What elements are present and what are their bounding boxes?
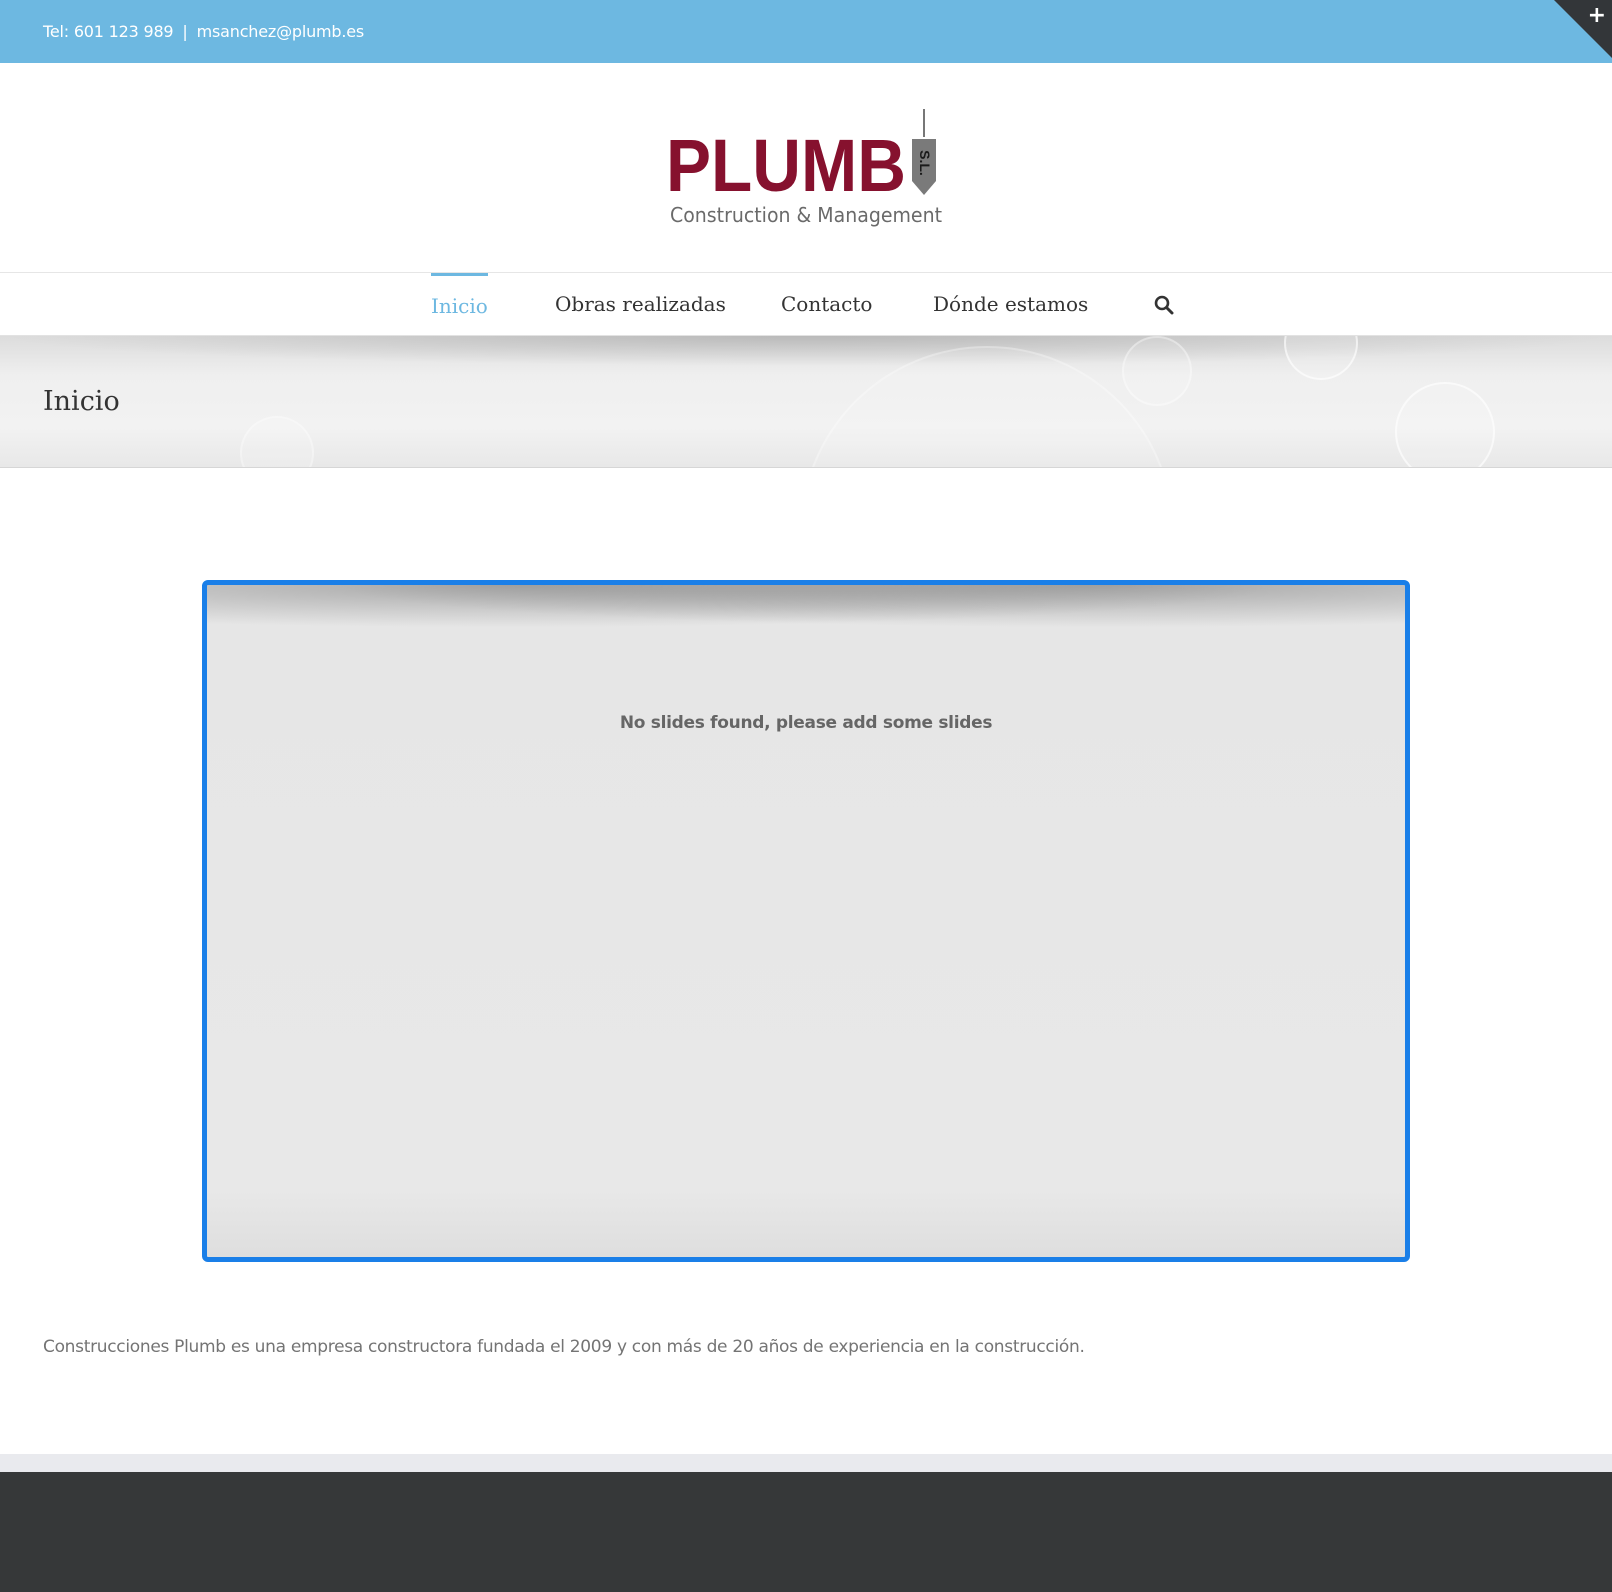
contact-info: Tel: 601 123 989 | msanchez@plumb.es <box>43 0 364 63</box>
nav-item-contacto[interactable]: Contacto <box>781 273 872 336</box>
title-bar-shadow <box>0 336 1612 366</box>
slider-container: No slides found, please add some slides <box>202 580 1410 1262</box>
logo-tagline: Construction & Management <box>670 203 942 227</box>
logo-badge: S.L. <box>917 150 933 176</box>
nav-item-inicio[interactable]: Inicio <box>431 273 488 339</box>
decor-bubble <box>1395 382 1495 467</box>
page-title-bar: Inicio <box>0 336 1612 468</box>
slider-empty-message: No slides found, please add some slides <box>619 713 993 733</box>
main-nav: Inicio Obras realizadas Contacto Dónde e… <box>0 272 1612 336</box>
logo-graphic: S.L. PLUMB Construction & Management <box>666 109 942 227</box>
site-logo[interactable]: S.L. PLUMB Construction & Management <box>666 109 946 229</box>
contact-email[interactable]: msanchez@plumb.es <box>197 22 365 41</box>
slider-shadow <box>207 585 1405 635</box>
site-header: S.L. PLUMB Construction & Management <box>0 63 1612 272</box>
top-contact-bar: Tel: 601 123 989 | msanchez@plumb.es + <box>0 0 1612 63</box>
logo-wordmark: PLUMB <box>666 124 906 207</box>
site-footer <box>0 1472 1612 1592</box>
footer-divider <box>0 1454 1612 1472</box>
contact-separator: | <box>182 22 188 41</box>
decor-bubble <box>240 416 314 467</box>
decor-bubble <box>1122 336 1192 406</box>
intro-paragraph: Construcciones Plumb es una empresa cons… <box>43 1337 1085 1357</box>
plus-icon[interactable]: + <box>1588 2 1606 30</box>
nav-item-donde-estamos[interactable]: Dónde estamos <box>933 273 1088 336</box>
page-title: Inicio <box>43 386 120 417</box>
search-icon[interactable] <box>1154 295 1174 315</box>
nav-item-obras-realizadas[interactable]: Obras realizadas <box>555 273 726 336</box>
decor-bubble <box>1284 336 1358 380</box>
contact-phone: Tel: 601 123 989 <box>43 22 174 41</box>
